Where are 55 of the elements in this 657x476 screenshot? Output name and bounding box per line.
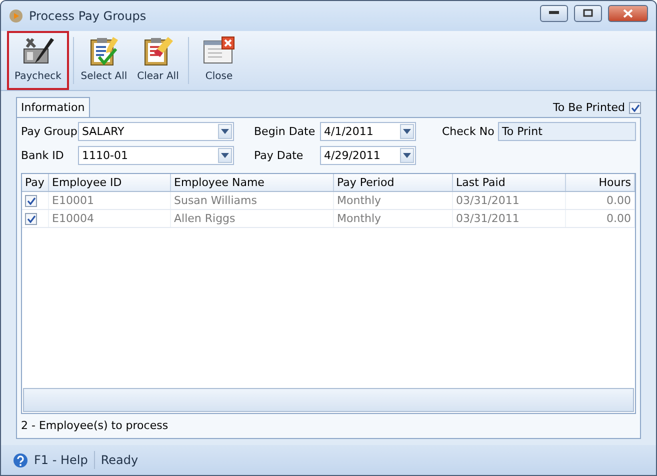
dropdown-button[interactable] [400, 148, 414, 163]
dropdown-field[interactable]: 4/1/2011 [320, 122, 416, 141]
table-cell: Monthly [334, 210, 453, 227]
dropdown-field[interactable]: SALARY [78, 122, 234, 141]
column-header[interactable]: Last Paid [453, 174, 566, 191]
help-hint: F1 - Help [34, 453, 88, 467]
minimize-icon [549, 11, 559, 15]
table-cell: Allen Riggs [171, 210, 334, 227]
summary-text: 2 - Employee(s) to process [21, 418, 170, 434]
chevron-down-icon [403, 152, 411, 158]
maximize-icon [583, 9, 593, 17]
toolbar-button[interactable]: Close [193, 31, 245, 90]
table-cell: 0.00 [566, 192, 635, 209]
tab[interactable]: Information [16, 97, 90, 117]
pay-checkbox[interactable] [25, 194, 37, 206]
toolbar-button[interactable]: Select All [78, 31, 130, 90]
table-cell: Monthly [334, 192, 453, 209]
dropdown-button[interactable] [218, 124, 232, 139]
to-be-printed-label: To Be Printed [553, 101, 625, 114]
check-number-field[interactable]: To Print [498, 122, 636, 141]
field-label: Pay Date [254, 149, 304, 162]
chevron-down-icon [221, 152, 229, 158]
dropdown-field[interactable]: 1110-01 [78, 146, 234, 165]
minimize-button[interactable] [540, 4, 568, 22]
column-header[interactable]: Hours [566, 174, 635, 191]
field-label: Bank ID [21, 149, 65, 162]
column-header[interactable]: Employee ID [49, 174, 171, 191]
app-icon [9, 9, 23, 23]
status-text: Ready [100, 453, 138, 467]
window-title: Process Pay Groups [29, 9, 148, 23]
table-cell: Susan Williams [171, 192, 334, 209]
toolbar-button[interactable]: Paycheck [7, 31, 69, 90]
chevron-down-icon [403, 128, 411, 134]
close-button[interactable] [608, 4, 648, 22]
column-header[interactable]: Pay [22, 174, 49, 191]
dropdown-button[interactable] [218, 148, 232, 163]
to-be-printed-checkbox[interactable] [629, 102, 641, 114]
table-cell: E10001 [49, 192, 171, 209]
toolbar-button[interactable]: Clear All [132, 31, 184, 90]
column-header[interactable]: Employee Name [171, 174, 334, 191]
pay-checkbox[interactable] [25, 212, 37, 224]
column-header[interactable]: Pay Period [334, 174, 453, 191]
table-cell: 0.00 [566, 210, 635, 227]
table-cell: E10004 [49, 210, 171, 227]
chevron-down-icon [221, 128, 229, 134]
table-cell: 03/31/2011 [453, 192, 566, 209]
table-cell: 03/31/2011 [453, 210, 566, 227]
field-label: Begin Date [254, 125, 316, 138]
maximize-button[interactable] [574, 4, 602, 22]
dropdown-field[interactable]: 4/29/2011 [320, 146, 416, 165]
help-icon [13, 452, 28, 468]
field-label: Check No [442, 125, 496, 138]
dropdown-button[interactable] [400, 124, 414, 139]
field-label: Pay Group [21, 125, 78, 138]
close-icon [623, 8, 633, 18]
